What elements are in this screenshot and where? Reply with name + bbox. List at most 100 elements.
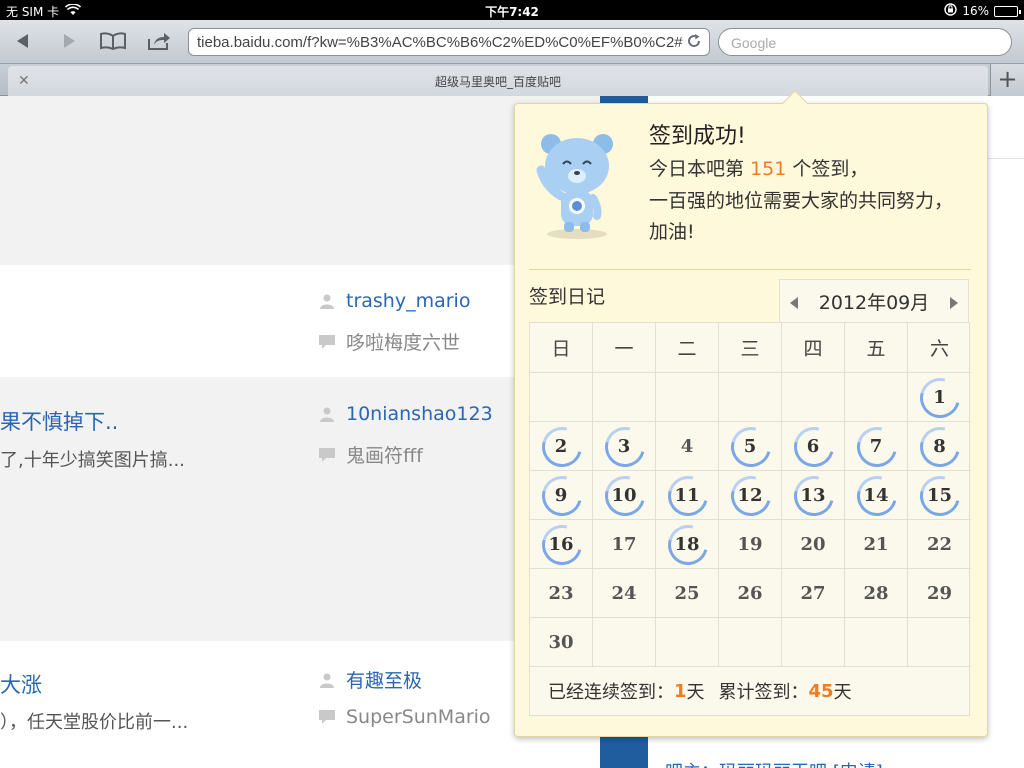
calendar-day-signed: 1 xyxy=(908,370,971,426)
thread-last-reply-name[interactable]: SuperSunMario xyxy=(346,706,491,728)
moderator-link[interactable]: 吧主：玛丽玛丽玉吧 [申请] xyxy=(665,758,883,768)
tab-title: 超级马里奥吧_百度贴吧 xyxy=(434,75,561,89)
calendar-day: 29 xyxy=(908,569,971,618)
bookmarks-button[interactable] xyxy=(98,28,128,54)
calendar-day-number: 3 xyxy=(617,435,631,457)
thread-row-bg xyxy=(0,265,600,377)
calendar-day-number: 8 xyxy=(933,435,946,457)
thread-author-name[interactable]: trashy_mario xyxy=(346,290,470,312)
calendar-day-number: 23 xyxy=(548,582,574,604)
calendar-day-signed: 11 xyxy=(656,468,719,524)
close-tab-icon[interactable]: ✕ xyxy=(18,73,30,89)
total-days: 45 xyxy=(808,680,834,702)
calendar-day-signed: 6 xyxy=(782,419,845,475)
calendar-day-number: 18 xyxy=(674,533,700,555)
thread-last-reply-name[interactable]: 哆啦梅度六世 xyxy=(346,328,460,355)
calendar-day: 25 xyxy=(656,569,719,618)
calendar-empty-cell xyxy=(656,373,719,422)
url-field[interactable]: tieba.baidu.com/f?kw=%B3%AC%BC%B6%C2%ED%… xyxy=(188,28,710,56)
thread-last-reply[interactable]: 哆啦梅度六世 xyxy=(318,328,460,355)
calendar-day: 26 xyxy=(719,569,782,618)
calendar-day-signed: 15 xyxy=(908,468,971,524)
bear-mascot-icon xyxy=(527,124,627,244)
rank-prefix: 今日本吧第 xyxy=(649,158,745,180)
calendar-day-number: 10 xyxy=(611,484,637,506)
thread-title[interactable]: 果不慎掉下.. xyxy=(0,406,118,436)
weekday-header: 二 xyxy=(656,323,719,373)
share-button[interactable] xyxy=(144,28,174,54)
calendar-summary: 已经连续签到： 1 天 累计签到： 45 天 xyxy=(530,667,969,715)
calendar-day-number: 11 xyxy=(674,484,700,506)
plus-icon: + xyxy=(997,65,1018,93)
calendar-empty-cell xyxy=(593,618,656,667)
forward-button[interactable] xyxy=(54,28,84,54)
calendar-day-signed: 12 xyxy=(719,468,782,524)
calendar-day-number: 28 xyxy=(863,582,889,604)
comment-icon xyxy=(318,446,336,464)
calendar-day-signed: 16 xyxy=(530,517,593,573)
month-navigator: 2012年09月 xyxy=(779,279,969,323)
calendar-day-signed: 10 xyxy=(593,468,656,524)
calendar-day-signed: 14 xyxy=(845,468,908,524)
calendar-day-number: 6 xyxy=(806,435,820,457)
calendar-empty-cell xyxy=(656,618,719,667)
calendar-day: 17 xyxy=(593,520,656,569)
thread-author-name[interactable]: 10nianshao123 xyxy=(346,403,493,425)
calendar-day-signed: 7 xyxy=(845,419,908,475)
weekday-header: 三 xyxy=(719,323,782,373)
calendar-day-number: 9 xyxy=(554,484,568,506)
thread-row-bg xyxy=(0,641,600,768)
calendar-day: 21 xyxy=(845,520,908,569)
thread-last-reply-name[interactable]: 鬼画符fff xyxy=(346,441,423,468)
sidebar-accent-bottom xyxy=(600,732,648,768)
calendar-day-number: 5 xyxy=(743,435,757,457)
calendar-day-number: 20 xyxy=(800,533,826,555)
signin-rank-line: 今日本吧第 151 个签到， xyxy=(649,154,868,181)
tab-current[interactable]: ✕ 超级马里奥吧_百度贴吧 xyxy=(8,66,988,96)
calendar-day-number: 24 xyxy=(611,582,637,604)
thread-excerpt: ），任天堂股价比前一... xyxy=(0,712,189,733)
prev-month-icon[interactable] xyxy=(788,295,800,309)
calendar-day: 24 xyxy=(593,569,656,618)
thread-author-name[interactable]: 有趣至极 xyxy=(346,666,422,693)
calendar-day: 30 xyxy=(530,618,593,667)
page-header-area xyxy=(0,96,600,265)
thread-last-reply[interactable]: 鬼画符fff xyxy=(318,441,423,468)
next-month-icon[interactable] xyxy=(948,295,960,309)
battery-percent: 16% xyxy=(962,4,989,18)
forward-arrow-icon xyxy=(64,34,75,48)
calendar-day-number: 14 xyxy=(863,484,889,506)
thread-last-reply[interactable]: SuperSunMario xyxy=(318,706,491,728)
calendar-empty-cell xyxy=(782,373,845,422)
comment-icon xyxy=(318,333,336,351)
clock: 下午7:42 xyxy=(485,5,539,19)
search-field[interactable]: Google xyxy=(718,28,1012,56)
streak-unit: 天 xyxy=(686,682,705,703)
total-label: 累计签到： xyxy=(718,682,809,703)
thread-author[interactable]: 10nianshao123 xyxy=(318,403,493,425)
calendar-empty-cell xyxy=(845,373,908,422)
back-button[interactable] xyxy=(8,28,38,54)
calendar-day-number: 15 xyxy=(926,484,953,506)
thread-author[interactable]: trashy_mario xyxy=(318,290,470,312)
calendar-day: 22 xyxy=(908,520,971,569)
calendar-empty-cell xyxy=(530,373,593,422)
calendar-day-number: 22 xyxy=(926,533,953,555)
calendar-empty-cell xyxy=(719,373,782,422)
user-icon xyxy=(318,671,336,689)
share-icon xyxy=(148,33,170,50)
weekday-header: 一 xyxy=(593,323,656,373)
signin-message-line2: 一百强的地位需要大家的共同努力， xyxy=(649,190,954,212)
url-text: tieba.baidu.com/f?kw=%B3%AC%BC%B6%C2%ED%… xyxy=(197,34,683,51)
book-icon xyxy=(100,32,126,51)
new-tab-button[interactable]: + xyxy=(990,64,1024,96)
reload-icon[interactable] xyxy=(685,32,703,50)
search-placeholder: Google xyxy=(731,35,777,51)
thread-excerpt: 了,十年少搞笑图片搞... xyxy=(0,450,185,471)
rank-number: 151 xyxy=(750,158,787,180)
calendar-empty-cell xyxy=(908,618,971,667)
calendar-day: 23 xyxy=(530,569,593,618)
thread-author[interactable]: 有趣至极 xyxy=(318,666,422,693)
thread-title[interactable]: 大涨 xyxy=(0,669,42,699)
month-label: 2012年09月 xyxy=(818,292,930,314)
